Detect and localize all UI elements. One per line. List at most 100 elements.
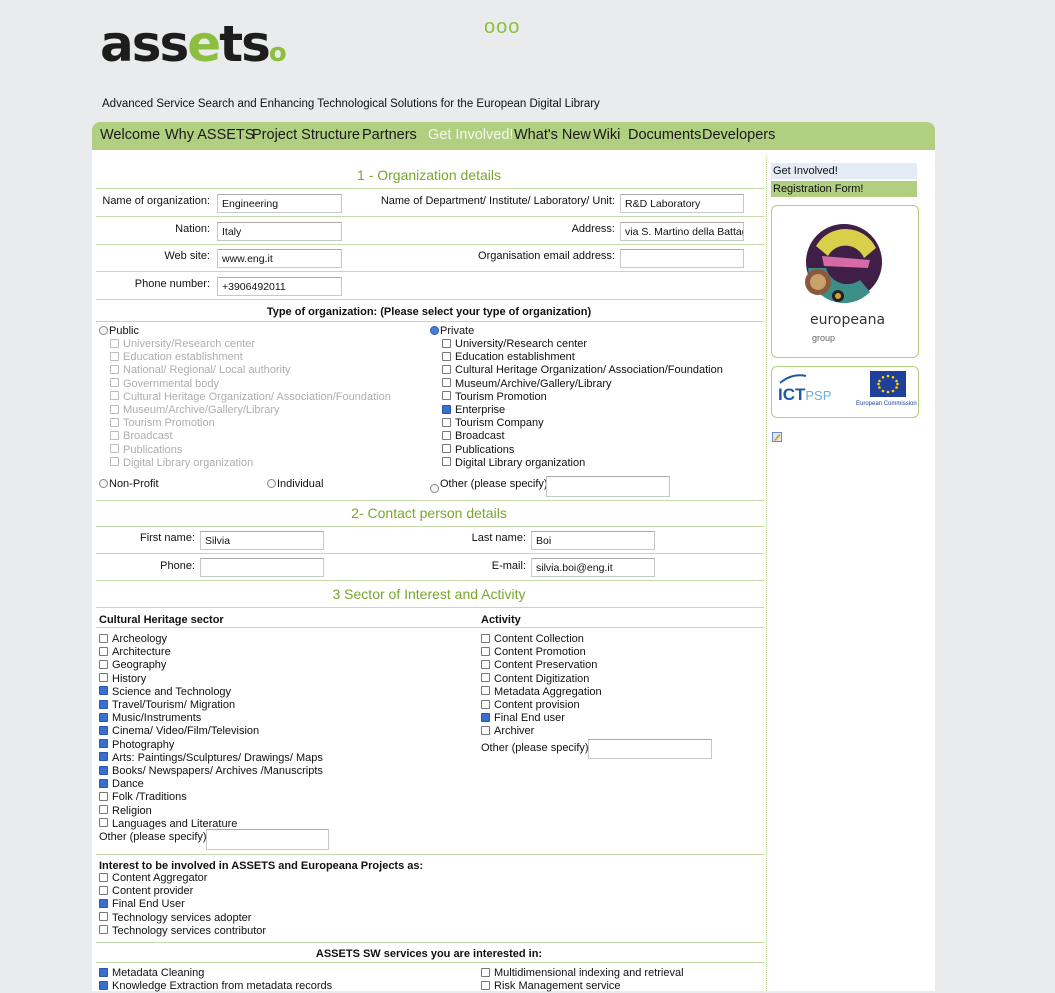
phone-number-input[interactable]: +3906492011 xyxy=(217,277,342,296)
checkbox-icon[interactable] xyxy=(99,818,108,828)
checkbox-icon[interactable] xyxy=(442,431,451,441)
dept-input[interactable]: R&D Laboratory xyxy=(620,194,744,213)
checkbox-icon[interactable] xyxy=(481,726,490,736)
activity-other-input[interactable] xyxy=(588,739,712,759)
private-type-item[interactable]: University/Research center xyxy=(442,338,723,351)
public-type-item[interactable]: Publications xyxy=(110,444,391,457)
checkbox-icon[interactable] xyxy=(442,365,451,374)
checkbox-icon[interactable] xyxy=(481,633,490,643)
other-type-input[interactable] xyxy=(546,476,670,497)
first-name-input[interactable]: Silvia xyxy=(200,531,324,550)
private-type-item[interactable]: Education establishment xyxy=(442,351,723,364)
public-type-item[interactable]: Governmental body xyxy=(110,378,391,391)
checkbox-icon[interactable] xyxy=(442,378,451,388)
service-item[interactable]: Knowledge Extraction from metadata recor… xyxy=(99,980,332,993)
private-radio[interactable]: Private xyxy=(430,325,474,337)
public-radio[interactable]: Public xyxy=(99,325,139,337)
private-type-item[interactable]: Cultural Heritage Organization/ Associat… xyxy=(442,364,723,377)
europeana-group-card[interactable]: europeana group xyxy=(771,205,919,358)
checkbox-icon[interactable] xyxy=(99,673,108,683)
activity-item[interactable]: Content Preservation xyxy=(481,659,602,672)
checkbox-checked-icon[interactable] xyxy=(99,699,108,709)
individual-radio[interactable]: Individual xyxy=(267,478,323,490)
checkbox-checked-icon[interactable] xyxy=(99,967,108,977)
cultural-sector-item[interactable]: Travel/Tourism/ Migration xyxy=(99,699,323,712)
cultural-sector-item[interactable]: Architecture xyxy=(99,646,323,659)
checkbox-checked-icon[interactable] xyxy=(99,765,108,775)
checkbox-icon[interactable] xyxy=(481,660,490,669)
service-item[interactable]: Metadata Cleaning xyxy=(99,967,332,980)
last-name-input[interactable]: Boi xyxy=(531,531,655,550)
cultural-sector-item[interactable]: Dance xyxy=(99,778,323,791)
private-type-item[interactable]: Enterprise xyxy=(442,404,723,417)
checkbox-checked-icon[interactable] xyxy=(99,980,108,990)
activity-item[interactable]: Content Promotion xyxy=(481,646,602,659)
activity-item[interactable]: Content Collection xyxy=(481,633,602,646)
checkbox-icon[interactable] xyxy=(481,646,490,656)
checkbox-icon[interactable] xyxy=(481,980,490,990)
activity-item[interactable]: Content Digitization xyxy=(481,673,602,686)
checkbox-icon[interactable] xyxy=(99,660,108,669)
ict-psp-card[interactable]: ICTPSP European Commission xyxy=(771,366,919,418)
edit-icon[interactable] xyxy=(772,432,782,442)
checkbox-checked-icon[interactable] xyxy=(99,739,108,749)
checkbox-icon[interactable] xyxy=(99,792,108,802)
org-name-input[interactable]: Engineering xyxy=(217,194,342,213)
activity-item[interactable]: Metadata Aggregation xyxy=(481,686,602,699)
org-email-input[interactable] xyxy=(620,249,744,268)
public-type-item[interactable]: National/ Regional/ Local authority xyxy=(110,364,391,377)
non-profit-radio[interactable]: Non-Profit xyxy=(99,478,159,490)
cultural-sector-item[interactable]: Photography xyxy=(99,739,323,752)
nav-whats-new[interactable]: What's New xyxy=(514,127,591,143)
cultural-sector-item[interactable]: Religion xyxy=(99,805,323,818)
cultural-sector-item[interactable]: Archeology xyxy=(99,633,323,646)
checkbox-icon[interactable] xyxy=(481,686,490,696)
interest-item[interactable]: Technology services contributor xyxy=(99,925,266,938)
activity-item[interactable]: Content provision xyxy=(481,699,602,712)
cultural-sector-item[interactable]: Geography xyxy=(99,659,323,672)
private-type-item[interactable]: Museum/Archive/Gallery/Library xyxy=(442,378,723,391)
private-type-item[interactable]: Publications xyxy=(442,444,723,457)
checkbox-checked-icon[interactable] xyxy=(99,778,108,788)
address-input[interactable]: via S. Martino della Battag xyxy=(620,222,744,241)
checkbox-icon[interactable] xyxy=(99,912,108,922)
checkbox-icon[interactable] xyxy=(99,646,108,656)
checkbox-checked-icon[interactable] xyxy=(442,404,451,414)
cultural-sector-item[interactable]: Folk /Traditions xyxy=(99,791,323,804)
assets-logo[interactable]: assetso xyxy=(100,14,287,83)
activity-item[interactable]: Final End user xyxy=(481,712,602,725)
cultural-sector-item[interactable]: Science and Technology xyxy=(99,686,323,699)
public-type-item[interactable]: Digital Library organization xyxy=(110,457,391,470)
checkbox-checked-icon[interactable] xyxy=(99,712,108,722)
nav-project-structure[interactable]: Project Structure xyxy=(252,127,360,143)
private-type-item[interactable]: Tourism Company xyxy=(442,417,723,430)
website-input[interactable]: www.eng.it xyxy=(217,249,342,268)
interest-item[interactable]: Final End User xyxy=(99,898,266,911)
nav-partners[interactable]: Partners xyxy=(362,127,417,143)
checkbox-icon[interactable] xyxy=(442,444,451,454)
checkbox-icon[interactable] xyxy=(442,338,451,348)
checkbox-icon[interactable] xyxy=(99,633,108,643)
checkbox-icon[interactable] xyxy=(481,967,490,977)
private-type-item[interactable]: Tourism Promotion xyxy=(442,391,723,404)
public-type-item[interactable]: Education establishment xyxy=(110,351,391,364)
nav-get-involved[interactable]: Get Involved! xyxy=(428,127,513,143)
activity-item[interactable]: Archiver xyxy=(481,725,602,738)
nav-documents[interactable]: Documents xyxy=(628,127,701,143)
checkbox-icon[interactable] xyxy=(442,391,451,401)
cultural-sector-item[interactable]: History xyxy=(99,673,323,686)
nav-welcome[interactable]: Welcome xyxy=(100,127,160,143)
private-type-item[interactable]: Broadcast xyxy=(442,430,723,443)
interest-item[interactable]: Content provider xyxy=(99,885,266,898)
cultural-sector-item[interactable]: Arts: Paintings/Sculptures/ Drawings/ Ma… xyxy=(99,752,323,765)
checkbox-checked-icon[interactable] xyxy=(99,686,108,696)
checkbox-icon[interactable] xyxy=(481,673,490,683)
checkbox-checked-icon[interactable] xyxy=(99,752,108,762)
checkbox-icon[interactable] xyxy=(99,885,108,895)
cultural-sector-item[interactable]: Music/Instruments xyxy=(99,712,323,725)
cultural-sector-item[interactable]: Cinema/ Video/Film/Television xyxy=(99,725,323,738)
cultural-sector-item[interactable]: Books/ Newspapers/ Archives /Manuscripts xyxy=(99,765,323,778)
nav-why-assets[interactable]: Why ASSETS xyxy=(165,127,254,143)
interest-item[interactable]: Content Aggregator xyxy=(99,872,266,885)
checkbox-icon[interactable] xyxy=(442,417,451,427)
